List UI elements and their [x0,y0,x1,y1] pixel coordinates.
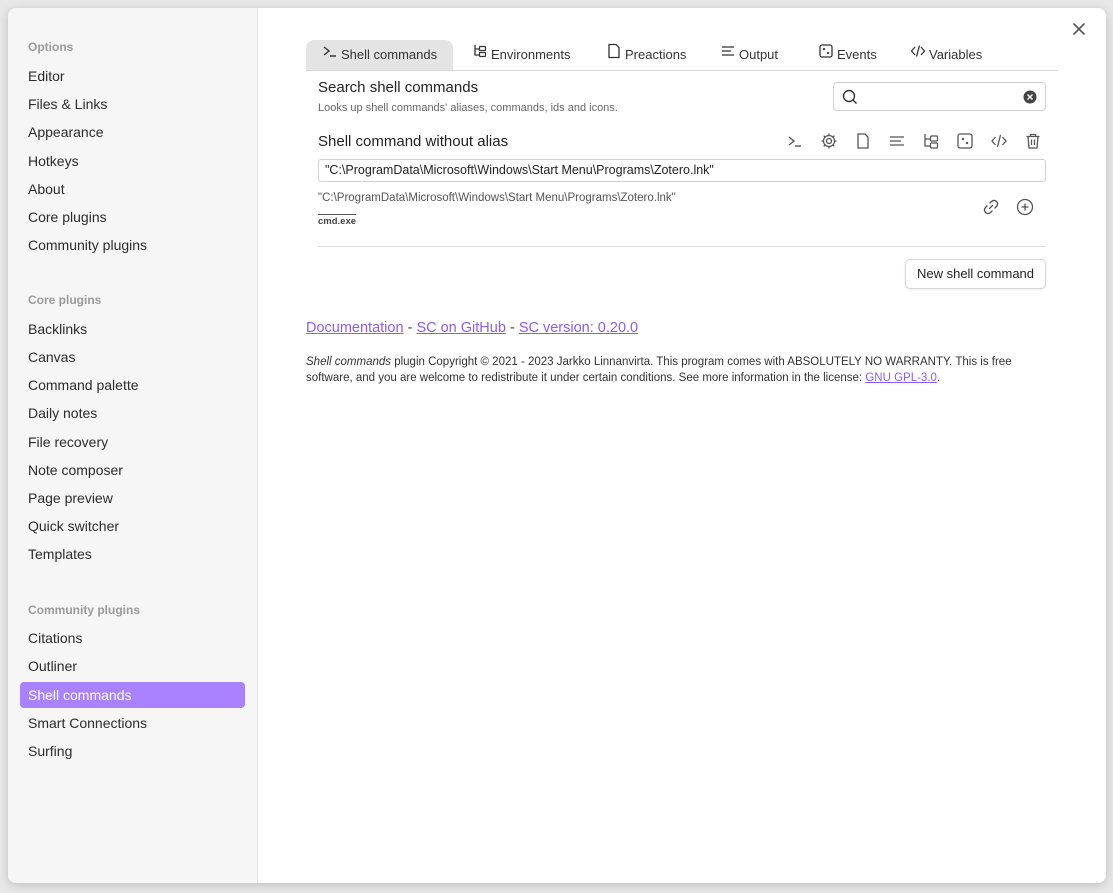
command-preview: "C:\ProgramData\Microsoft\Windows\Start … [318,192,676,204]
tab-variables[interactable]: Variables [910,40,982,70]
link-icon[interactable] [980,196,1002,218]
tab-preactions[interactable]: Preactions [606,40,686,70]
sidebar-item-outliner[interactable]: Outliner [20,653,245,679]
search-icon [842,89,858,110]
search-title: Search shell commands [318,79,479,96]
tab-shell-commands[interactable]: Shell commands [306,40,454,70]
dice-icon [818,40,834,70]
shell-name: cmd.exe [318,214,357,227]
sidebar-item-smart-connections[interactable]: Smart Connections [20,710,245,736]
tab-label: Preactions [625,47,687,62]
sidebar-item-shell-commands[interactable]: Shell commands [20,682,245,708]
tab-label: Events [837,47,877,62]
new-shell-command-button[interactable]: New shell command [905,259,1046,289]
search-description: Looks up shell commands' aliases, comman… [318,102,618,114]
sidebar-item-editor[interactable]: Editor [20,63,245,89]
tab-label: Variables [929,47,983,62]
sidebar-item-note-composer[interactable]: Note composer [20,457,245,483]
core-plugins-heading: Core plugins [28,293,102,307]
shell-command-field[interactable]: "C:\ProgramData\Microsoft\Windows\Start … [318,159,1046,182]
sidebar-item-community-plugins[interactable]: Community plugins [20,232,245,258]
tree-icon[interactable] [920,130,942,152]
divider [318,246,1046,247]
copyright-notice: Shell commands plugin Copyright © 2021 -… [306,355,1036,386]
copyright-end: . [936,371,941,384]
documentation-link[interactable]: Documentation [306,320,404,336]
settings-content: Shell commands Environments Preactions O… [258,8,1106,883]
sidebar-item-page-preview[interactable]: Page preview [20,485,245,511]
github-link[interactable]: SC on GitHub [416,320,505,336]
footer-links: Documentation - SC on GitHub - SC versio… [306,320,638,336]
command-title: Shell command without alias [318,133,509,150]
tab-output[interactable]: Output [720,40,778,70]
sidebar-item-files-links[interactable]: Files & Links [20,91,245,117]
search-field[interactable] [833,82,1046,111]
sidebar-item-file-recovery[interactable]: File recovery [20,429,245,455]
sidebar-item-hotkeys[interactable]: Hotkeys [20,148,245,174]
sidebar-item-appearance[interactable]: Appearance [20,119,245,145]
sidebar-item-quick-switcher[interactable]: Quick switcher [20,513,245,539]
code-icon [910,40,926,70]
version-link[interactable]: SC version: 0.20.0 [519,320,638,336]
dice-icon[interactable] [954,130,976,152]
options-heading: Options [28,40,74,54]
tab-events[interactable]: Events [818,40,877,70]
add-circle-icon[interactable] [1014,196,1036,218]
settings-sidebar: Options Editor Files & Links Appearance … [8,8,258,883]
plugin-name: Shell commands [306,356,392,368]
license-link[interactable]: GNU GPL-3.0 [865,372,937,384]
link-separator: - [509,320,515,336]
search-input[interactable] [864,87,1014,107]
code-icon[interactable] [988,130,1010,152]
sidebar-item-backlinks[interactable]: Backlinks [20,316,245,342]
link-separator: - [407,320,413,336]
tab-label: Output [739,47,779,62]
file-icon[interactable] [852,130,874,152]
sidebar-item-surfing[interactable]: Surfing [20,738,245,764]
tab-label: Shell commands [341,47,438,62]
tab-environments[interactable]: Environments [472,40,570,70]
trash-icon[interactable] [1022,130,1044,152]
sidebar-item-templates[interactable]: Templates [20,541,245,567]
sidebar-item-about[interactable]: About [20,176,245,202]
terminal-icon [322,40,338,70]
tree-icon [472,40,488,70]
clear-search-icon[interactable] [1023,90,1037,109]
sidebar-item-canvas[interactable]: Canvas [20,344,245,370]
tab-label: Environments [491,47,571,62]
sidebar-item-core-plugins[interactable]: Core plugins [20,204,245,230]
file-icon [606,40,622,70]
gear-icon[interactable] [818,130,840,152]
tab-bar: Shell commands Environments Preactions O… [306,40,1058,71]
settings-modal: Options Editor Files & Links Appearance … [8,8,1106,883]
sidebar-item-daily-notes[interactable]: Daily notes [20,400,245,426]
lines-icon [720,40,736,70]
community-plugins-heading: Community plugins [28,603,140,617]
sidebar-item-command-palette[interactable]: Command palette [20,372,245,398]
lines-icon[interactable] [886,130,908,152]
terminal-icon[interactable] [784,130,806,152]
sidebar-item-citations[interactable]: Citations [20,625,245,651]
